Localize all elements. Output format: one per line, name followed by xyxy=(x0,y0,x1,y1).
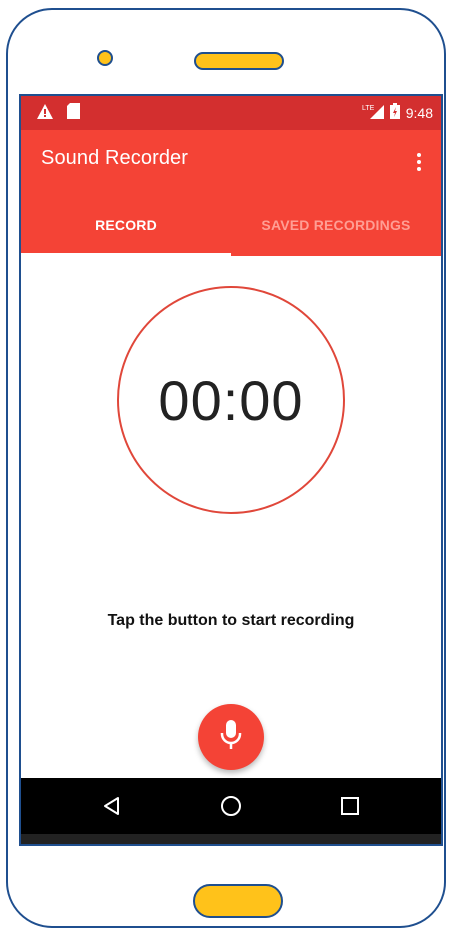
sd-card-icon xyxy=(67,103,80,124)
earpiece-speaker xyxy=(194,52,284,70)
home-icon[interactable] xyxy=(211,786,251,826)
timer-circle: 00:00 xyxy=(117,286,345,514)
system-nav-bar xyxy=(21,778,441,834)
tab-saved-recordings[interactable]: SAVED RECORDINGS xyxy=(231,194,441,256)
battery-icon xyxy=(389,103,400,122)
status-time: 9:48 xyxy=(405,104,433,121)
nav-bar-bottom-strip xyxy=(21,834,441,844)
timer-display: 00:00 xyxy=(158,368,304,432)
network-type-label: LTE xyxy=(362,105,375,112)
app-toolbar: Sound Recorder xyxy=(21,130,441,194)
more-vert-icon[interactable] xyxy=(409,148,429,176)
app-title: Sound Recorder xyxy=(41,147,189,169)
device-screen: LTE 9:48 Sound Recorder RECORD SAVED REC… xyxy=(19,94,443,846)
back-icon[interactable] xyxy=(92,786,132,826)
record-panel: 00:00 Tap the button to start recording xyxy=(21,256,441,778)
tab-bar: RECORD SAVED RECORDINGS xyxy=(21,194,441,256)
recents-icon[interactable] xyxy=(330,786,370,826)
front-camera-dot xyxy=(97,50,113,66)
warning-icon xyxy=(37,103,53,124)
hardware-home-button[interactable] xyxy=(193,884,283,918)
tab-record-label: RECORD xyxy=(95,217,157,233)
record-button[interactable] xyxy=(198,704,264,770)
microphone-icon xyxy=(219,719,243,756)
record-hint: Tap the button to start recording xyxy=(107,612,355,629)
signal-icon: LTE xyxy=(362,103,384,122)
status-bar: LTE 9:48 xyxy=(21,96,441,130)
tab-saved-recordings-label: SAVED RECORDINGS xyxy=(261,217,411,233)
tab-record[interactable]: RECORD xyxy=(21,194,231,256)
